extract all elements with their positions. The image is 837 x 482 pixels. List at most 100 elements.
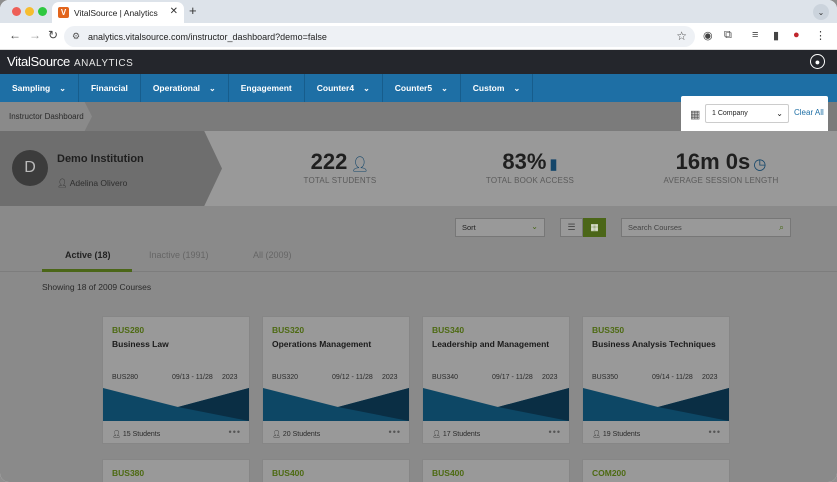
nav-item-counter4[interactable]: Counter4 ⌄ <box>305 74 383 102</box>
showing-count: Showing 18 of 2009 Courses <box>42 282 152 292</box>
chevron-down-icon: ⌄ <box>209 83 216 93</box>
course-title: Business Law <box>112 339 169 349</box>
course-year: 2023 <box>542 374 558 381</box>
nav-item-counter5[interactable]: Counter5 ⌄ <box>383 74 461 102</box>
new-tab-icon[interactable]: + <box>189 3 197 18</box>
nav-label: Sampling <box>12 83 51 93</box>
tab-inactive[interactable]: Inactive (1991) <box>149 250 209 260</box>
breadcrumb[interactable]: Instructor Dashboard <box>0 102 92 131</box>
vitalsource-logo[interactable]: VitalSource ANALYTICS <box>7 54 133 69</box>
person-icon: 👤︎ <box>350 156 370 173</box>
course-title: Business Analysis Techniques <box>592 339 716 349</box>
tab-active[interactable]: Active (18) <box>65 250 111 260</box>
browser-tab[interactable]: V VitalSource | Analytics ✕ <box>52 2 184 23</box>
vitalsource-favicon-icon: V <box>58 7 69 18</box>
nav-item-custom[interactable]: Custom ⌄ <box>461 74 534 102</box>
app-header: VitalSource ANALYTICS ● <box>0 50 837 74</box>
side-panel-icon[interactable]: ▮ <box>773 29 779 42</box>
chevron-down-icon: ⌄ <box>363 83 370 93</box>
forward-arrow-icon[interactable]: → <box>29 28 41 42</box>
stat-value: 83% <box>502 149 547 174</box>
media-controls-icon[interactable]: ≡ <box>752 29 758 41</box>
course-meta-code: BUS350 <box>592 374 619 381</box>
stat-label: TOTAL STUDENTS <box>303 176 377 185</box>
course-card[interactable]: BUS350 Business Analysis Techniques BUS3… <box>582 316 730 444</box>
nav-label: Financial <box>90 83 128 93</box>
course-banner-graphic <box>423 388 569 421</box>
student-count: 👤︎ 20 Students <box>272 430 320 438</box>
course-card[interactable]: BUS400 <box>422 459 570 482</box>
list-view-button[interactable]: ☰ <box>560 218 583 237</box>
grid-view-button[interactable]: ▦ <box>583 218 606 237</box>
nav-label: Operational <box>152 83 201 93</box>
course-card[interactable]: BUS380 <box>102 459 250 482</box>
list-icon: ☰ <box>567 222 576 232</box>
course-card[interactable]: BUS320 Operations Management BUS320 09/1… <box>262 316 410 444</box>
reload-icon[interactable]: ↻ <box>48 28 58 42</box>
course-tabs: Active (18) Inactive (1991) All (2009) <box>0 242 837 272</box>
stat-average-session-length: 16m 0s ◷ AVERAGE SESSION LENGTH <box>660 149 782 185</box>
company-select-value: 1 Company <box>712 110 748 117</box>
course-code: BUS400 <box>272 468 305 478</box>
course-card[interactable]: BUS400 <box>262 459 410 482</box>
person-icon: 👤︎ <box>57 178 68 188</box>
more-options-icon[interactable]: ••• <box>389 427 401 437</box>
breadcrumb-label: Instructor Dashboard <box>9 112 84 121</box>
profile-avatar-icon[interactable]: ● <box>793 29 800 41</box>
company-select[interactable]: 1 Company ⌄ <box>705 104 789 123</box>
browser-menu-icon[interactable]: ⋮ <box>815 29 826 42</box>
logo-sub-text: ANALYTICS <box>73 58 134 69</box>
back-arrow-icon[interactable]: ← <box>9 28 21 42</box>
institution-name: Demo Institution <box>57 153 144 165</box>
course-meta-code: BUS320 <box>272 374 299 381</box>
course-dates: 09/13 - 11/28 <box>172 374 213 381</box>
site-settings-icon[interactable]: ⚙ <box>72 31 80 42</box>
more-options-icon[interactable]: ••• <box>549 427 561 437</box>
course-card[interactable]: COM200 <box>582 459 730 482</box>
course-code: BUS380 <box>112 468 145 478</box>
chevron-down-icon: ⌄ <box>59 83 66 93</box>
course-card[interactable]: BUS340 Leadership and Management BUS340 … <box>422 316 570 444</box>
address-toolbar: ← → ↻ ⚙ analytics.vitalsource.com/instru… <box>0 23 837 50</box>
more-options-icon[interactable]: ••• <box>709 427 721 437</box>
url-bar[interactable]: ⚙ analytics.vitalsource.com/instructor_d… <box>64 26 695 47</box>
student-count-text: 19 Students <box>602 431 641 438</box>
browser-tab-bar: V VitalSource | Analytics ✕ + ⌄ <box>0 0 837 23</box>
tab-search-chevron-icon[interactable]: ⌄ <box>813 4 829 20</box>
user-account-icon[interactable]: ● <box>810 54 825 69</box>
clear-all-link[interactable]: Clear All <box>794 108 824 117</box>
course-code: BUS320 <box>272 325 305 335</box>
tab-all[interactable]: All (2009) <box>253 250 292 260</box>
minimize-window-icon[interactable] <box>25 7 34 16</box>
grid-icon: ▦ <box>590 222 599 232</box>
close-window-icon[interactable] <box>12 7 21 16</box>
stat-total-book-access: 83% ▮ TOTAL BOOK ACCESS <box>482 149 578 185</box>
extension-icon[interactable]: ◉ <box>703 29 713 42</box>
bookmark-star-icon[interactable]: ☆ <box>676 29 687 43</box>
book-icon: ▮ <box>549 156 558 173</box>
stat-label: AVERAGE SESSION LENGTH <box>663 176 779 185</box>
more-options-icon[interactable]: ••• <box>229 427 241 437</box>
nav-item-operational[interactable]: Operational ⌄ <box>141 74 229 102</box>
stat-value: 222 <box>310 149 348 174</box>
search-icon[interactable]: ⌕ <box>779 222 784 233</box>
close-tab-icon[interactable]: ✕ <box>170 6 178 17</box>
sort-select-value: Sort <box>462 223 476 232</box>
search-courses-input[interactable]: Search Courses ⌕ <box>621 218 791 237</box>
course-code: COM200 <box>592 468 627 478</box>
student-count: 👤︎ 15 Students <box>112 430 160 438</box>
nav-item-engagement[interactable]: Engagement <box>229 74 305 102</box>
course-card[interactable]: BUS280 Business Law BUS280 09/13 - 11/28… <box>102 316 250 444</box>
nav-item-sampling[interactable]: Sampling ⌄ <box>0 74 79 102</box>
nav-item-financial[interactable]: Financial <box>79 74 141 102</box>
course-code: BUS350 <box>592 325 625 335</box>
course-code: BUS340 <box>432 325 465 335</box>
stat-label: TOTAL BOOK ACCESS <box>485 176 575 185</box>
stat-total-students: 222 👤︎ TOTAL STUDENTS <box>300 149 380 185</box>
sort-select[interactable]: Sort ⌄ <box>455 218 545 237</box>
nav-label: Counter4 <box>316 83 355 93</box>
maximize-window-icon[interactable] <box>38 7 47 16</box>
course-banner-graphic <box>103 388 249 421</box>
puzzle-extensions-icon[interactable]: ⧉ <box>724 29 732 42</box>
url-text: analytics.vitalsource.com/instructor_das… <box>88 31 327 42</box>
